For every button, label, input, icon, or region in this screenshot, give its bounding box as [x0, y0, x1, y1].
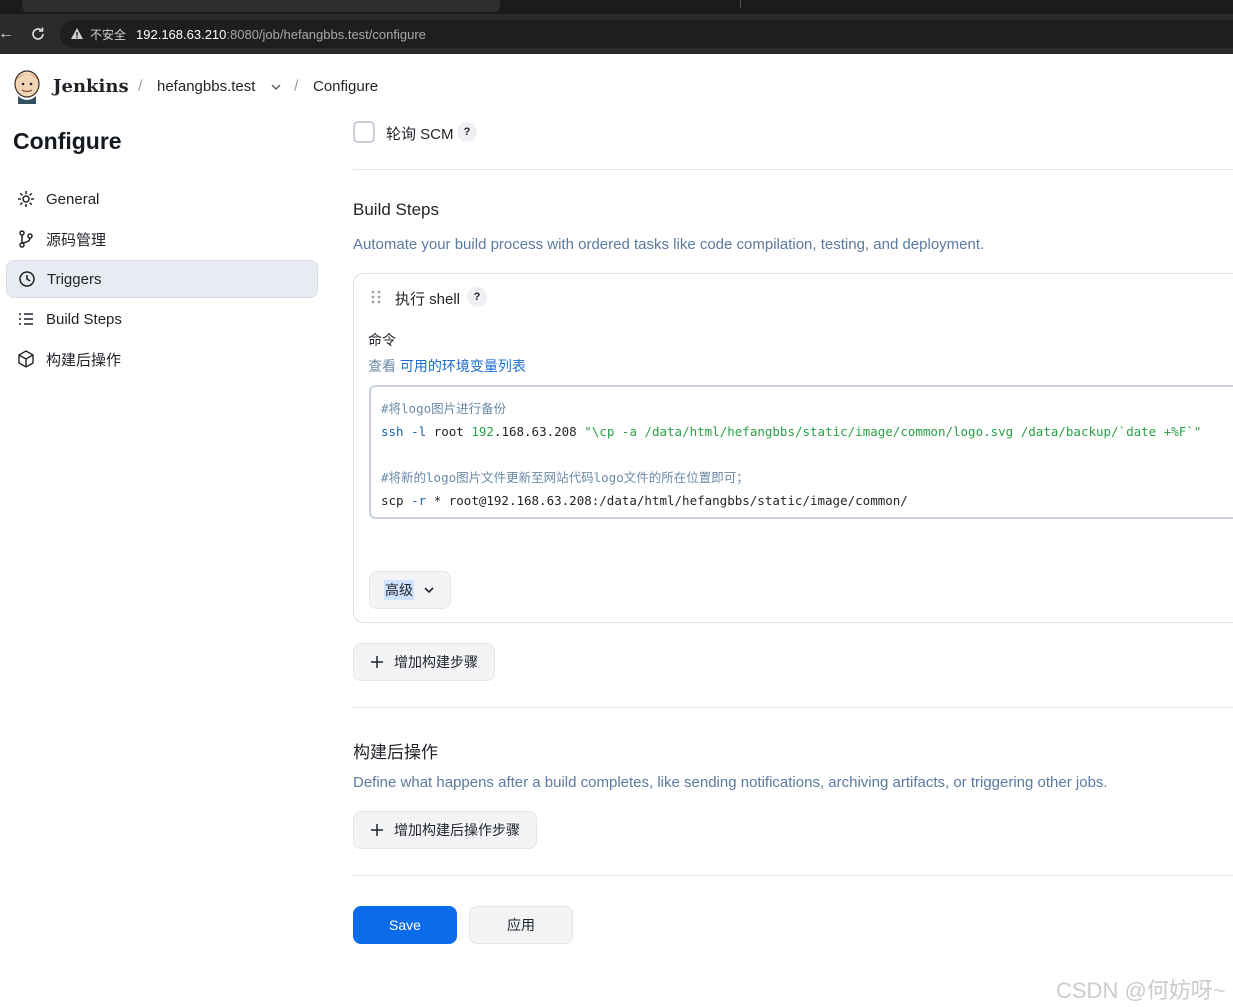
chevron-down-icon[interactable]	[269, 80, 283, 94]
warning-icon[interactable]	[70, 27, 84, 41]
post-build-title: 构建后操作	[353, 743, 438, 762]
sidebar-item-post-build[interactable]: 构建后操作	[6, 340, 318, 378]
drag-handle-icon[interactable]	[370, 290, 382, 304]
jenkins-logo-icon[interactable]	[12, 68, 42, 104]
code-line: ssh -l root 192.168.63.208 "\cp -a /data…	[381, 424, 1202, 439]
code-line: #将新的logo图片文件更新至网站代码logo文件的所在位置即可；	[381, 470, 749, 485]
advanced-label: 高级	[384, 580, 414, 600]
page-title: Configure	[13, 128, 122, 154]
cube-icon	[18, 350, 34, 368]
breadcrumb-separator: /	[294, 78, 299, 95]
code-line: #将logo图片进行备份	[381, 401, 507, 416]
gear-icon	[18, 191, 34, 207]
sidebar-item-label: Triggers	[47, 270, 102, 288]
tab-divider	[740, 0, 741, 8]
list-icon	[19, 313, 33, 325]
section-divider	[353, 707, 1233, 708]
sidebar-item-label: Build Steps	[46, 310, 122, 328]
env-vars-line: 查看 可用的环境变量列表	[368, 356, 526, 376]
chevron-down-icon	[424, 587, 434, 594]
shell-step-card: 执行 shell ? 命令 查看 可用的环境变量列表 #将logo图片进行备份 …	[353, 273, 1233, 623]
jenkins-header: Jenkins / hefangbbs.test / Configure	[0, 54, 1233, 120]
url-host: 192.168.63.210	[136, 26, 227, 42]
breadcrumb-configure[interactable]: Configure	[313, 78, 378, 95]
save-button[interactable]: Save	[353, 906, 457, 944]
env-prefix: 查看	[368, 358, 400, 374]
poll-scm-label: 轮询 SCM	[386, 126, 454, 143]
apply-button[interactable]: 应用	[469, 906, 573, 944]
section-divider	[353, 875, 1233, 876]
sidebar-item-build-steps[interactable]: Build Steps	[6, 300, 318, 338]
add-build-step-button[interactable]: 增加构建步骤	[353, 643, 495, 681]
add-build-step-label: 增加构建步骤	[394, 654, 478, 670]
sidebar-item-label: General	[46, 190, 100, 208]
watermark: CSDN @何妨呀~	[1056, 978, 1226, 1003]
post-build-description: Define what happens after a build comple…	[353, 774, 1108, 791]
jenkins-brand[interactable]: Jenkins	[53, 76, 129, 97]
advanced-button[interactable]: 高级	[369, 571, 451, 609]
sidebar-item-label: 构建后操作	[46, 351, 122, 369]
url-path: :8080/job/hefangbbs.test/configure	[226, 26, 426, 42]
breadcrumb-separator: /	[138, 78, 143, 95]
command-label: 命令	[368, 332, 396, 348]
sidebar-item-general[interactable]: General	[6, 180, 318, 218]
build-steps-description: Automate your build process with ordered…	[353, 236, 985, 253]
add-post-build-step-label: 增加构建后操作步骤	[394, 822, 520, 838]
help-icon[interactable]: ?	[467, 287, 487, 307]
code-line: scp -r * root@192.168.63.208:/data/html/…	[381, 493, 908, 508]
build-steps-title: Build Steps	[353, 200, 439, 219]
sidebar-item-triggers[interactable]: Triggers	[6, 260, 318, 298]
shell-step-title: 执行 shell	[395, 291, 461, 308]
sidebar-item-scm[interactable]: 源码管理	[6, 220, 318, 258]
plus-icon	[371, 824, 383, 836]
section-divider	[353, 169, 1233, 170]
clock-icon	[19, 271, 35, 287]
back-icon[interactable]: ←	[0, 24, 16, 44]
poll-scm-checkbox[interactable]	[353, 121, 375, 143]
browser-address-bar: ← 不安全 192.168.63.210:8080/job/hefangbbs.…	[0, 14, 1233, 54]
reload-icon[interactable]	[28, 24, 48, 44]
command-textarea[interactable]: #将logo图片进行备份 ssh -l root 192.168.63.208 …	[369, 385, 1233, 519]
add-post-build-step-button[interactable]: 增加构建后操作步骤	[353, 811, 537, 849]
git-branch-icon	[19, 230, 33, 248]
browser-tab-strip	[0, 0, 1233, 14]
help-icon[interactable]: ?	[457, 122, 477, 142]
save-label: Save	[389, 917, 421, 933]
browser-tab-active[interactable]	[22, 0, 500, 12]
url-field[interactable]: 不安全 192.168.63.210:8080/job/hefangbbs.te…	[60, 20, 1233, 48]
sidebar-item-label: 源码管理	[46, 231, 107, 249]
apply-label: 应用	[507, 917, 535, 933]
env-vars-link[interactable]: 可用的环境变量列表	[400, 358, 526, 374]
insecure-label: 不安全	[90, 27, 127, 42]
breadcrumb-job[interactable]: hefangbbs.test	[157, 78, 255, 95]
plus-icon	[371, 656, 383, 668]
